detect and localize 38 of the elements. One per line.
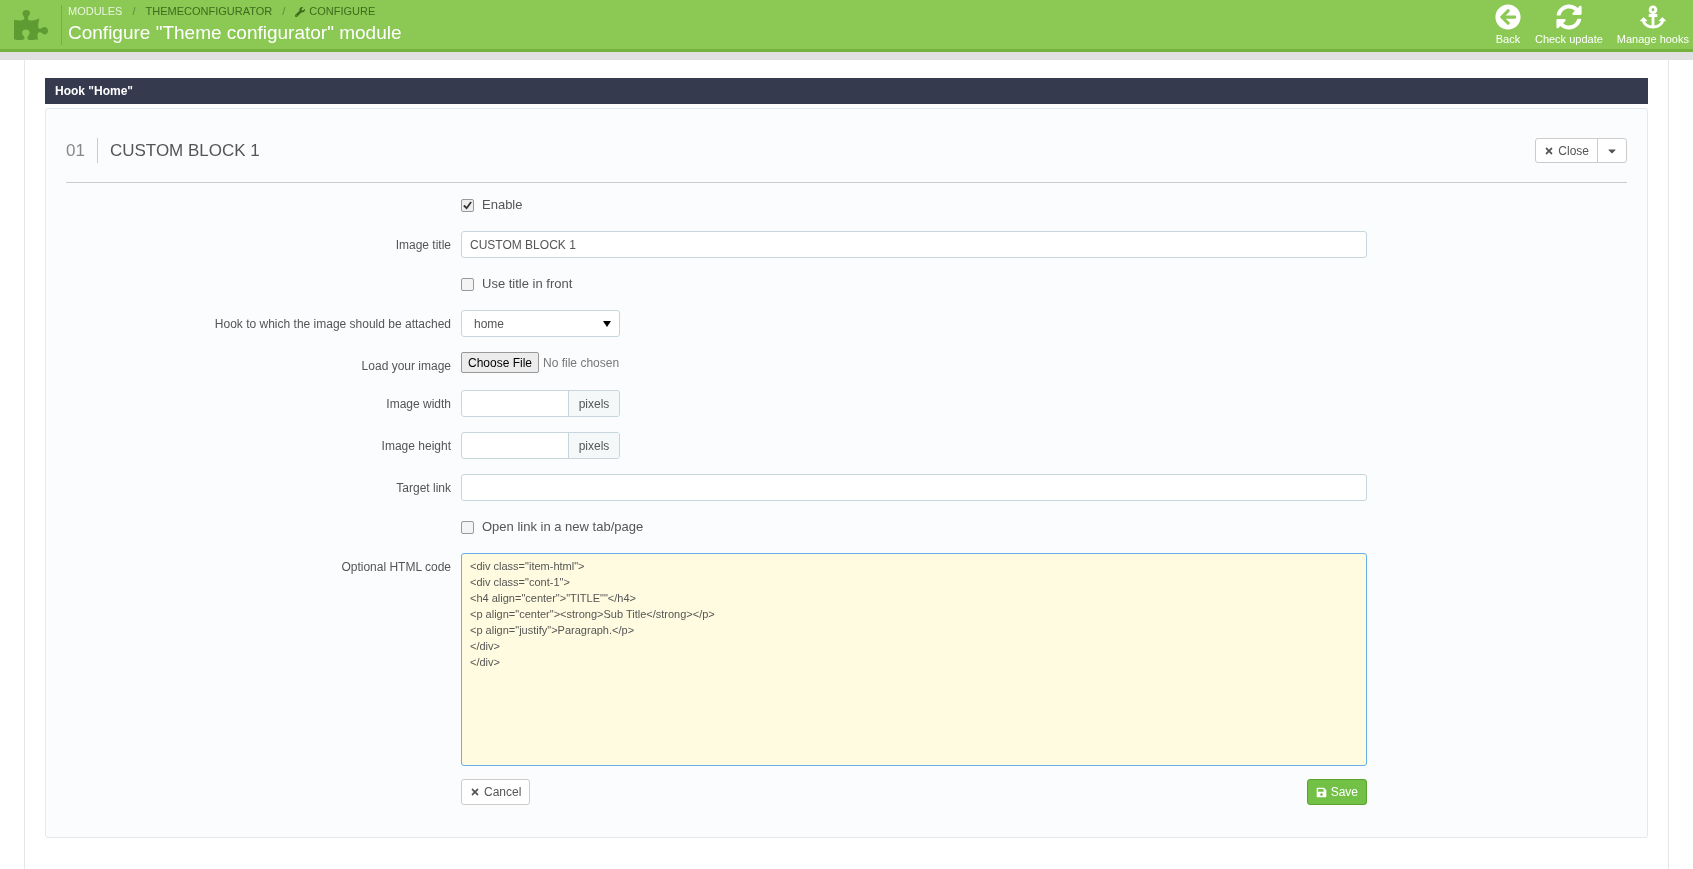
- checkbox-option[interactable]: Open link in a new tab/page: [461, 516, 644, 538]
- anchor-icon: [1639, 3, 1666, 30]
- block-title: CUSTOM BLOCK 1: [108, 139, 260, 162]
- field-label: Optional HTML code: [341, 559, 451, 576]
- cancel-button[interactable]: Cancel: [461, 779, 531, 805]
- number-input-field[interactable]: pixels: [461, 390, 620, 417]
- unit-addon: pixels: [568, 391, 619, 416]
- breadcrumb-separator: /: [132, 4, 136, 20]
- hook-select[interactable]: home: [461, 310, 620, 337]
- checkbox-option[interactable]: Use title in front: [461, 273, 573, 295]
- field-label: Load your image: [361, 358, 451, 375]
- html-code-field[interactable]: <div class="item-html"> <div class="cont-1"> <h4 align="center">"TITLE""</h4> <p align="center"><strong>Sub Title</strong></p> <p align="justify">Paragraph.</p> </div> </div>: [461, 553, 1367, 766]
- save-icon: [1315, 786, 1327, 798]
- number-input-field[interactable]: pixels: [461, 432, 620, 459]
- field-label: Image height: [381, 438, 451, 455]
- breadcrumb-separator: /: [282, 4, 286, 20]
- close-icon: [1544, 145, 1555, 156]
- text-input-field[interactable]: CUSTOM BLOCK 1: [461, 231, 1367, 258]
- field-label: Hook to which the image should be attached: [214, 316, 451, 333]
- wrench-icon: [295, 6, 306, 17]
- back-arrow-icon: [1494, 3, 1521, 30]
- file-status-text: No file chosen: [543, 354, 620, 372]
- hook-header-bar: Hook "Home": [45, 78, 1648, 104]
- checkbox-option[interactable]: Enable: [461, 194, 523, 216]
- checkbox[interactable]: [461, 520, 474, 534]
- unit-addon: pixels: [568, 433, 619, 458]
- close-icon: [470, 787, 480, 797]
- page-title: Configure "Theme configurator" module: [68, 20, 402, 45]
- field-label: Target link: [396, 480, 451, 497]
- choose-file-button[interactable]: Choose File: [461, 352, 540, 373]
- checkbox[interactable]: [461, 277, 474, 291]
- block-number: 01: [66, 137, 98, 164]
- field-label: Image title: [395, 237, 451, 254]
- puzzle-icon: [13, 7, 48, 42]
- checkbox[interactable]: [461, 198, 474, 212]
- dropdown-arrow-icon: [603, 320, 611, 327]
- refresh-icon: [1555, 3, 1582, 30]
- field-label: Image width: [386, 396, 451, 413]
